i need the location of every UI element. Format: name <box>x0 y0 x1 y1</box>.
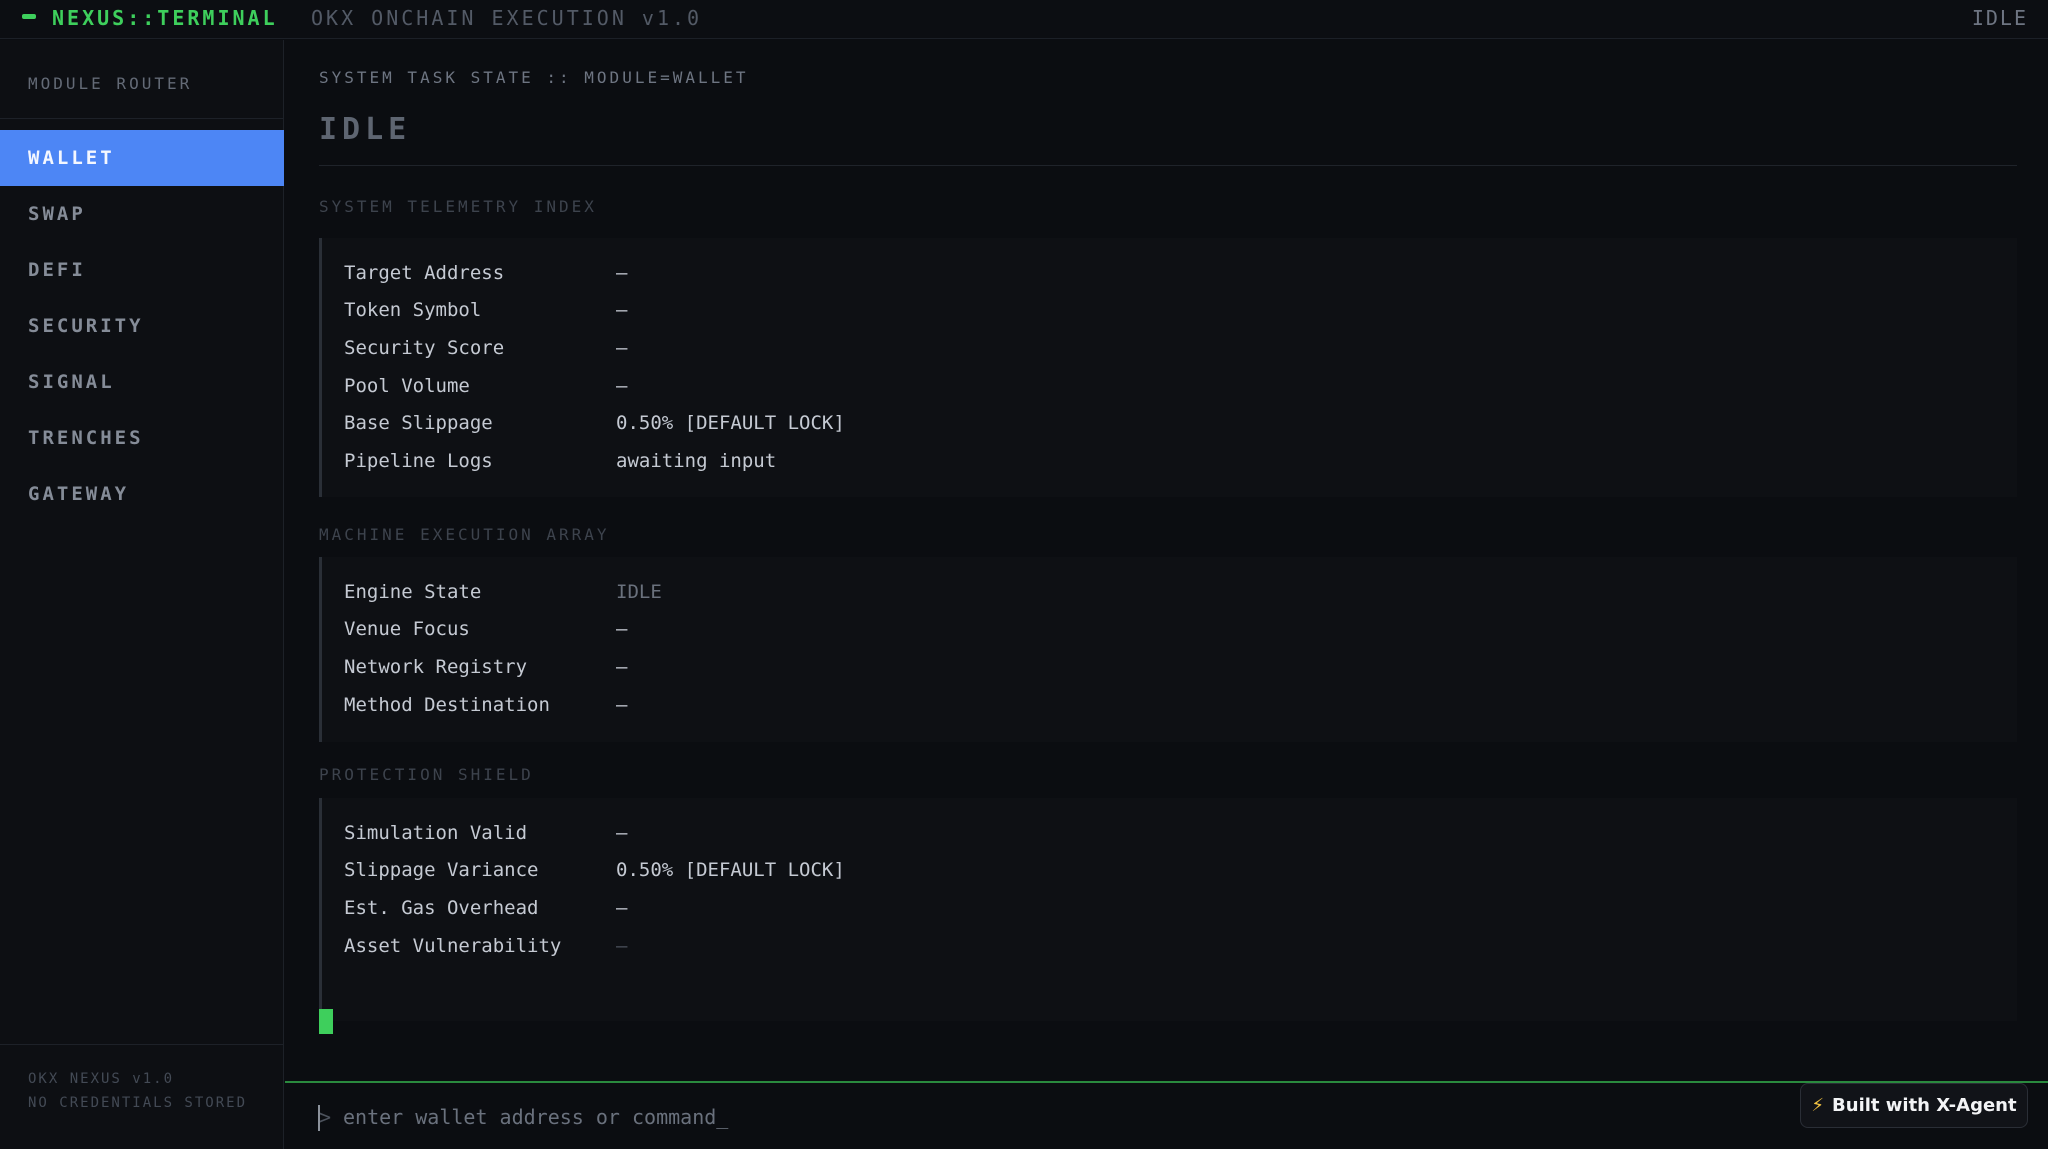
sidebar-footer: OKX NEXUS v1.0 NO CREDENTIALS STORED <box>28 1067 247 1115</box>
command-bar: > <box>285 1081 2048 1149</box>
command-input[interactable] <box>343 1097 1443 1137</box>
global-status: IDLE <box>1971 6 2028 30</box>
built-with-badge[interactable]: ⚡ Built with X-Agent <box>1800 1083 2028 1128</box>
row-key: Method Destination <box>344 693 550 716</box>
lightning-bolt-icon: ⚡ <box>1811 1095 1825 1116</box>
telemetry-panel: Target Address — Token Symbol — Security… <box>319 238 2017 497</box>
sidebar-footer-divider <box>0 1044 284 1045</box>
row-key: Est. Gas Overhead <box>344 896 539 919</box>
table-row: Slippage Variance 0.50% [DEFAULT LOCK] <box>344 852 2017 890</box>
row-key: Base Slippage <box>344 412 493 435</box>
row-value: — <box>616 374 628 397</box>
sidebar-item-defi[interactable]: DEFI <box>0 242 284 298</box>
main-panel: SYSTEM TASK STATE :: MODULE=WALLET IDLE … <box>285 40 2048 1149</box>
badge-label: Built with X-Agent <box>1832 1095 2017 1116</box>
table-row: Target Address — <box>344 254 2017 292</box>
sidebar-item-signal[interactable]: SIGNAL <box>0 354 284 410</box>
row-key: Simulation Valid <box>344 821 528 844</box>
page-title: IDLE <box>319 112 412 147</box>
module-nav: WALLET SWAP DEFI SECURITY SIGNAL TRENCHE… <box>0 130 284 522</box>
table-row: Simulation Valid — <box>344 814 2017 852</box>
sidebar-item-wallet[interactable]: WALLET <box>0 130 284 186</box>
row-value: — <box>616 896 628 919</box>
row-value: — <box>616 693 628 716</box>
row-key: Network Registry <box>344 655 528 678</box>
row-value: — <box>616 299 628 322</box>
row-value: — <box>616 261 628 284</box>
table-row: Est. Gas Overhead — <box>344 889 2017 927</box>
row-value: — <box>616 336 628 359</box>
prompt-symbol: > <box>319 1105 332 1129</box>
row-value: — <box>616 618 628 641</box>
row-key: Asset Vulnerability <box>344 934 562 957</box>
table-row: Asset Vulnerability — <box>344 927 2017 965</box>
credentials-notice: NO CREDENTIALS STORED <box>28 1095 248 1111</box>
top-bar: NEXUS::TERMINAL OKX ONCHAIN EXECUTION v1… <box>0 0 2048 39</box>
table-row: Security Score — <box>344 329 2017 367</box>
execution-panel: Engine State IDLE Venue Focus — Network … <box>319 557 2017 742</box>
table-row: Venue Focus — <box>344 611 2017 649</box>
sidebar-heading: MODULE ROUTER <box>28 74 193 93</box>
row-key: Token Symbol <box>344 299 482 322</box>
terminal-cursor <box>319 1009 333 1034</box>
row-value: 0.50% [DEFAULT LOCK] <box>616 859 845 882</box>
section-label-telemetry: SYSTEM TELEMETRY INDEX <box>319 197 597 216</box>
sidebar-item-gateway[interactable]: GATEWAY <box>0 466 284 522</box>
row-key: Target Address <box>344 261 505 284</box>
row-value: — <box>616 934 628 957</box>
breadcrumb: SYSTEM TASK STATE :: MODULE=WALLET <box>319 68 749 87</box>
app-subtitle: OKX ONCHAIN EXECUTION v1.0 <box>311 6 703 30</box>
row-value: — <box>616 655 628 678</box>
input-caret <box>318 1105 320 1131</box>
table-row: Engine State IDLE <box>344 573 2017 611</box>
table-row: Token Symbol — <box>344 292 2017 330</box>
table-row: Pool Volume — <box>344 367 2017 405</box>
row-key: Venue Focus <box>344 618 470 641</box>
brand-title: NEXUS::TERMINAL <box>52 6 278 30</box>
table-row: Method Destination — <box>344 686 2017 724</box>
brand-logo-icon <box>22 14 36 19</box>
version-label: OKX NEXUS v1.0 <box>28 1071 175 1087</box>
sidebar: MODULE ROUTER WALLET SWAP DEFI SECURITY … <box>0 40 284 1149</box>
row-value: — <box>616 821 628 844</box>
section-label-protection: PROTECTION SHIELD <box>319 765 534 784</box>
sidebar-item-swap[interactable]: SWAP <box>0 186 284 242</box>
title-divider <box>319 165 2017 166</box>
engine-state-value: IDLE <box>616 580 662 603</box>
sidebar-item-security[interactable]: SECURITY <box>0 298 284 354</box>
section-label-execution: MACHINE EXECUTION ARRAY <box>319 525 610 544</box>
sidebar-item-trenches[interactable]: TRENCHES <box>0 410 284 466</box>
row-key: Slippage Variance <box>344 859 539 882</box>
row-key: Pipeline Logs <box>344 449 493 472</box>
row-key: Engine State <box>344 580 482 603</box>
row-key: Pool Volume <box>344 374 470 397</box>
sidebar-divider <box>0 118 284 119</box>
row-key: Security Score <box>344 336 505 359</box>
table-row: Network Registry — <box>344 648 2017 686</box>
row-value: 0.50% [DEFAULT LOCK] <box>616 412 845 435</box>
protection-panel: Simulation Valid — Slippage Variance 0.5… <box>319 798 2017 1021</box>
row-value: awaiting input <box>616 449 777 472</box>
table-row: Base Slippage 0.50% [DEFAULT LOCK] <box>344 404 2017 442</box>
table-row: Pipeline Logs awaiting input <box>344 442 2017 480</box>
